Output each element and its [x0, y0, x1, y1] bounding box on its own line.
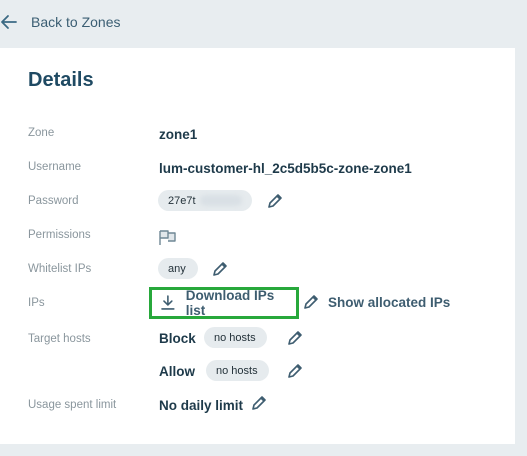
- usage-limit-label: Usage spent limit: [28, 399, 117, 411]
- download-ips-label: Download IPs list: [185, 288, 275, 318]
- whitelist-value: any: [168, 262, 186, 275]
- show-allocated-ips-link[interactable]: Show allocated IPs: [328, 295, 450, 310]
- edit-usage-limit-icon[interactable]: [250, 394, 268, 412]
- password-mask: [199, 195, 242, 206]
- ips-label: IPs: [28, 297, 45, 309]
- block-label: Block: [159, 331, 196, 346]
- edit-allow-hosts-icon[interactable]: [286, 362, 304, 380]
- password-label: Password: [28, 195, 79, 207]
- edit-ips-icon[interactable]: [302, 293, 320, 311]
- zone-value: zone1: [159, 127, 198, 142]
- whitelist-label: Whitelist IPs: [28, 263, 92, 275]
- download-icon: [161, 295, 175, 310]
- block-hosts-value: no hosts: [214, 331, 256, 344]
- permissions-label: Permissions: [28, 229, 91, 241]
- arrow-left-icon: [1, 15, 17, 29]
- allow-label: Allow: [159, 364, 195, 379]
- password-pill: 27e7t: [158, 190, 252, 211]
- back-to-zones-link[interactable]: Back to Zones: [0, 8, 121, 36]
- edit-block-hosts-icon[interactable]: [286, 329, 304, 347]
- page-title: Details: [28, 69, 94, 91]
- flag-permissions-icon: [159, 230, 176, 245]
- block-hosts-pill: no hosts: [204, 327, 267, 348]
- back-label: Back to Zones: [31, 14, 121, 30]
- allow-hosts-value: no hosts: [216, 364, 258, 377]
- details-card: [0, 48, 515, 444]
- password-value: 27e7t: [168, 194, 196, 207]
- edit-password-icon[interactable]: [266, 192, 284, 210]
- allow-hosts-pill: no hosts: [206, 360, 269, 381]
- download-ips-button[interactable]: Download IPs list: [149, 287, 299, 319]
- edit-whitelist-icon[interactable]: [211, 260, 229, 278]
- usage-limit-value: No daily limit: [159, 398, 244, 413]
- username-label: Username: [28, 161, 82, 173]
- whitelist-pill: any: [158, 258, 198, 279]
- username-value: lum-customer-hl_2c5d5b5c-zone-zone1: [159, 161, 412, 176]
- zone-label: Zone: [28, 127, 55, 139]
- target-hosts-label: Target hosts: [28, 333, 91, 345]
